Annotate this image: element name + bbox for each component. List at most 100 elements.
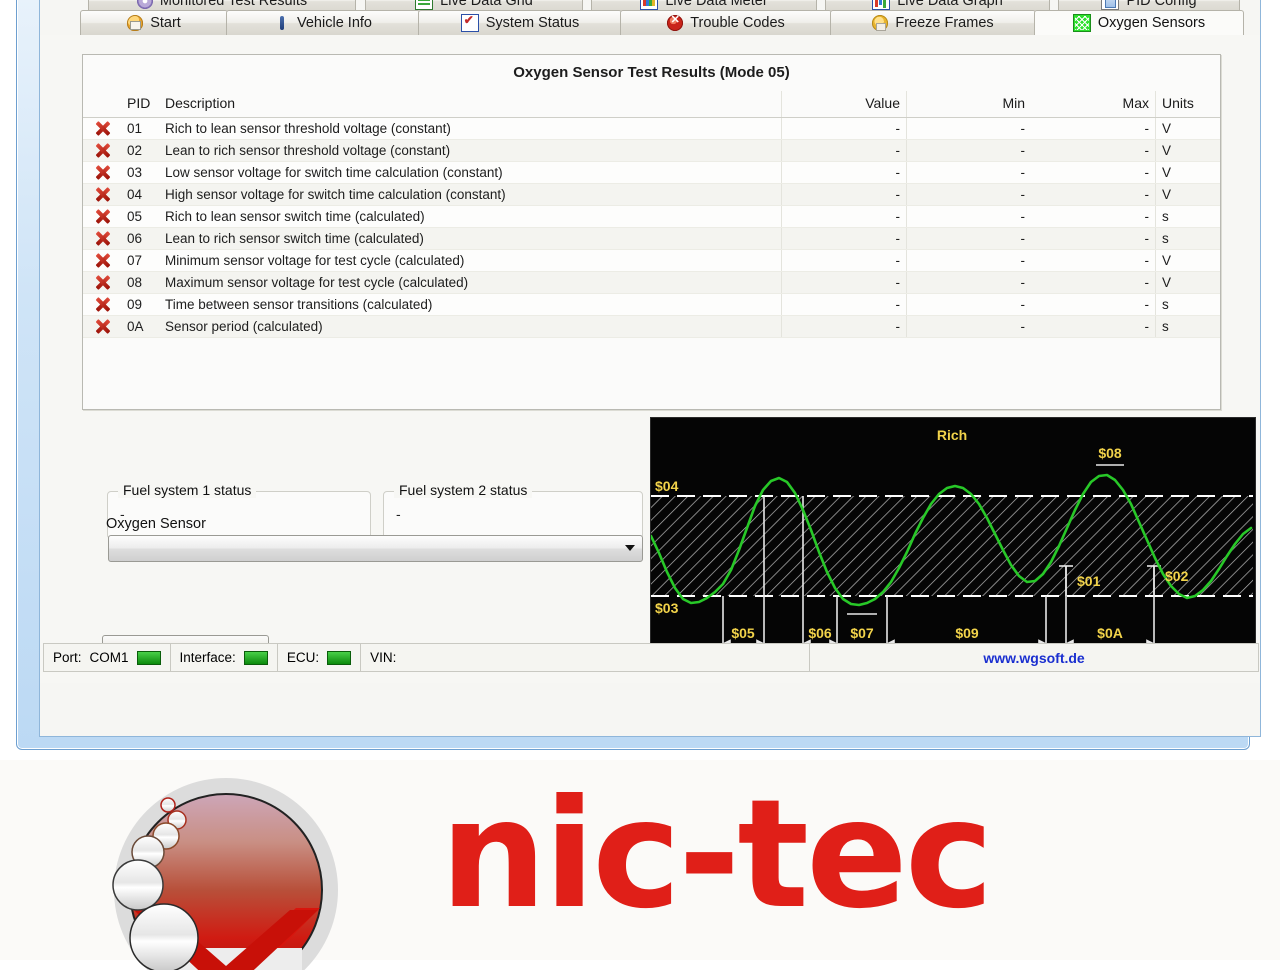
row-flag (83, 205, 121, 228)
column-header-pid[interactable]: PID (121, 91, 159, 118)
table-row[interactable]: 0A Sensor period (calculated) - - - s (83, 315, 1220, 338)
column-header-max[interactable]: Max (1031, 91, 1156, 118)
website-url-text: www.wgsoft.de (983, 649, 1085, 666)
row-min: - (906, 271, 1031, 294)
row-flag (83, 117, 121, 140)
row-min: - (906, 249, 1031, 272)
table-row[interactable]: 04 High sensor voltage for switch time ca… (83, 183, 1220, 206)
table-row[interactable]: 07 Minimum sensor voltage for test cycle … (83, 249, 1220, 272)
status-interface: Interface: (171, 644, 278, 671)
tab-label: PID Config (1126, 0, 1197, 9)
tab-system-status[interactable]: System Status (418, 10, 622, 35)
oxygen-sensor-results-group: Oxygen Sensor Test Results (Mode 05) PID… (82, 54, 1221, 410)
table-row[interactable]: 05 Rich to lean sensor switch time (calcu… (83, 205, 1220, 228)
table-row[interactable]: 02 Lean to rich sensor threshold voltage … (83, 139, 1220, 162)
tab-label: System Status (485, 15, 580, 31)
graph-icon (872, 0, 891, 10)
oxygen-sensor-label: Oxygen Sensor (106, 516, 206, 532)
nic-tec-wordmark: nic-tec (440, 768, 994, 942)
tab-vehicle-info[interactable]: Vehicle Info (226, 10, 420, 35)
row-value: - (781, 139, 907, 162)
row-max: - (1031, 117, 1156, 140)
row-pid: 04 (121, 183, 159, 206)
tab-trouble-codes[interactable]: Trouble Codes (620, 10, 832, 35)
status-ecu: ECU: (278, 644, 362, 671)
tab-start[interactable]: Start (80, 10, 228, 35)
annotation-interval-07: $07 (850, 625, 874, 641)
column-header-description[interactable]: Description (159, 91, 782, 118)
application-window: Monitored Test Results Live Data Grid Live… (39, 0, 1261, 737)
table-row[interactable]: 01 Rich to lean sensor threshold voltage … (83, 117, 1220, 140)
pid-config-icon (1101, 0, 1120, 10)
row-max: - (1031, 227, 1156, 250)
table-header-row: PID Description Value Min Max Units (83, 91, 1220, 118)
table-row[interactable]: 06 Lean to rich sensor switch time (calcu… (83, 227, 1220, 250)
port-status-led (136, 650, 161, 665)
annotation-threshold-01: $01 (1077, 573, 1101, 589)
oxygen-sensors-icon (1072, 14, 1091, 32)
table-row[interactable]: 03 Low sensor voltage for switch time cal… (83, 161, 1220, 184)
fuel-system-1-label: Fuel system 1 status (118, 482, 257, 498)
column-header-min[interactable]: Min (906, 91, 1031, 118)
row-value: - (781, 315, 907, 338)
row-pid: 08 (121, 271, 159, 294)
interface-status-led (243, 650, 268, 665)
oxygen-sensors-panel: Oxygen Sensor Test Results (Mode 05) PID… (40, 35, 1260, 683)
annotation-peak-max: $08 (1098, 445, 1122, 461)
column-header-units[interactable]: Units (1155, 91, 1220, 118)
row-max: - (1031, 271, 1156, 294)
annotation-rich: Rich (937, 427, 967, 443)
table-row[interactable]: 08 Maximum sensor voltage for test cycle … (83, 271, 1220, 294)
table-row[interactable]: 09 Time between sensor transitions (calcu… (83, 293, 1220, 316)
row-value: - (781, 227, 907, 250)
annotation-interval-09: $09 (955, 625, 979, 641)
oxygen-sensor-waveform-chart: Rich Lean $04 $03 $08 $05 $06 $07 $09 $0… (650, 417, 1256, 669)
branding-band: nic-tec (0, 760, 1280, 970)
row-description: Sensor period (calculated) (159, 315, 782, 338)
status-port-value: COM1 (89, 650, 129, 665)
tab-oxygen-sensors[interactable]: Oxygen Sensors (1034, 10, 1244, 35)
row-flag (83, 139, 121, 162)
oxygen-sensor-select[interactable] (108, 535, 643, 562)
annotation-threshold-02: $02 (1165, 568, 1189, 584)
row-min: - (906, 205, 1031, 228)
row-units: s (1155, 227, 1220, 250)
row-description: Time between sensor transitions (calcula… (159, 293, 782, 316)
annotation-interval-05: $05 (731, 625, 755, 641)
row-min: - (906, 161, 1031, 184)
row-flag (83, 249, 121, 272)
row-units: V (1155, 271, 1220, 294)
error-x-icon (95, 121, 110, 136)
row-pid: 03 (121, 161, 159, 184)
waveform-svg: Rich Lean $04 $03 $08 $05 $06 $07 $09 $0… (651, 418, 1253, 666)
column-header-flag[interactable] (83, 91, 121, 118)
row-max: - (1031, 183, 1156, 206)
column-header-value[interactable]: Value (781, 91, 907, 118)
row-value: - (781, 161, 907, 184)
row-description: Rich to lean sensor threshold voltage (c… (159, 117, 782, 140)
tab-label: Start (150, 15, 181, 31)
row-max: - (1031, 161, 1156, 184)
results-table-body: 01 Rich to lean sensor threshold voltage … (83, 117, 1220, 338)
row-units: V (1155, 139, 1220, 162)
tab-label: Live Data Meter (665, 0, 768, 9)
row-description: Minimum sensor voltage for test cycle (c… (159, 249, 782, 272)
error-x-icon (95, 319, 110, 334)
tab-label: Trouble Codes (690, 15, 785, 31)
row-flag (83, 183, 121, 206)
nic-tec-logo-mark (112, 778, 338, 970)
chevron-down-icon (625, 545, 635, 551)
system-status-icon (460, 13, 479, 32)
row-description: Lean to rich sensor threshold voltage (c… (159, 139, 782, 162)
error-x-icon (95, 253, 110, 268)
status-website-link[interactable]: www.wgsoft.de (810, 644, 1258, 671)
status-ecu-label: ECU: (286, 650, 320, 665)
error-x-icon (95, 275, 110, 290)
row-min: - (906, 227, 1031, 250)
tab-freeze-frames[interactable]: Freeze Frames (830, 10, 1036, 35)
row-units: V (1155, 161, 1220, 184)
row-min: - (906, 293, 1031, 316)
row-units: V (1155, 117, 1220, 140)
grid-icon (415, 0, 434, 10)
annotation-threshold-low: $03 (655, 600, 679, 616)
